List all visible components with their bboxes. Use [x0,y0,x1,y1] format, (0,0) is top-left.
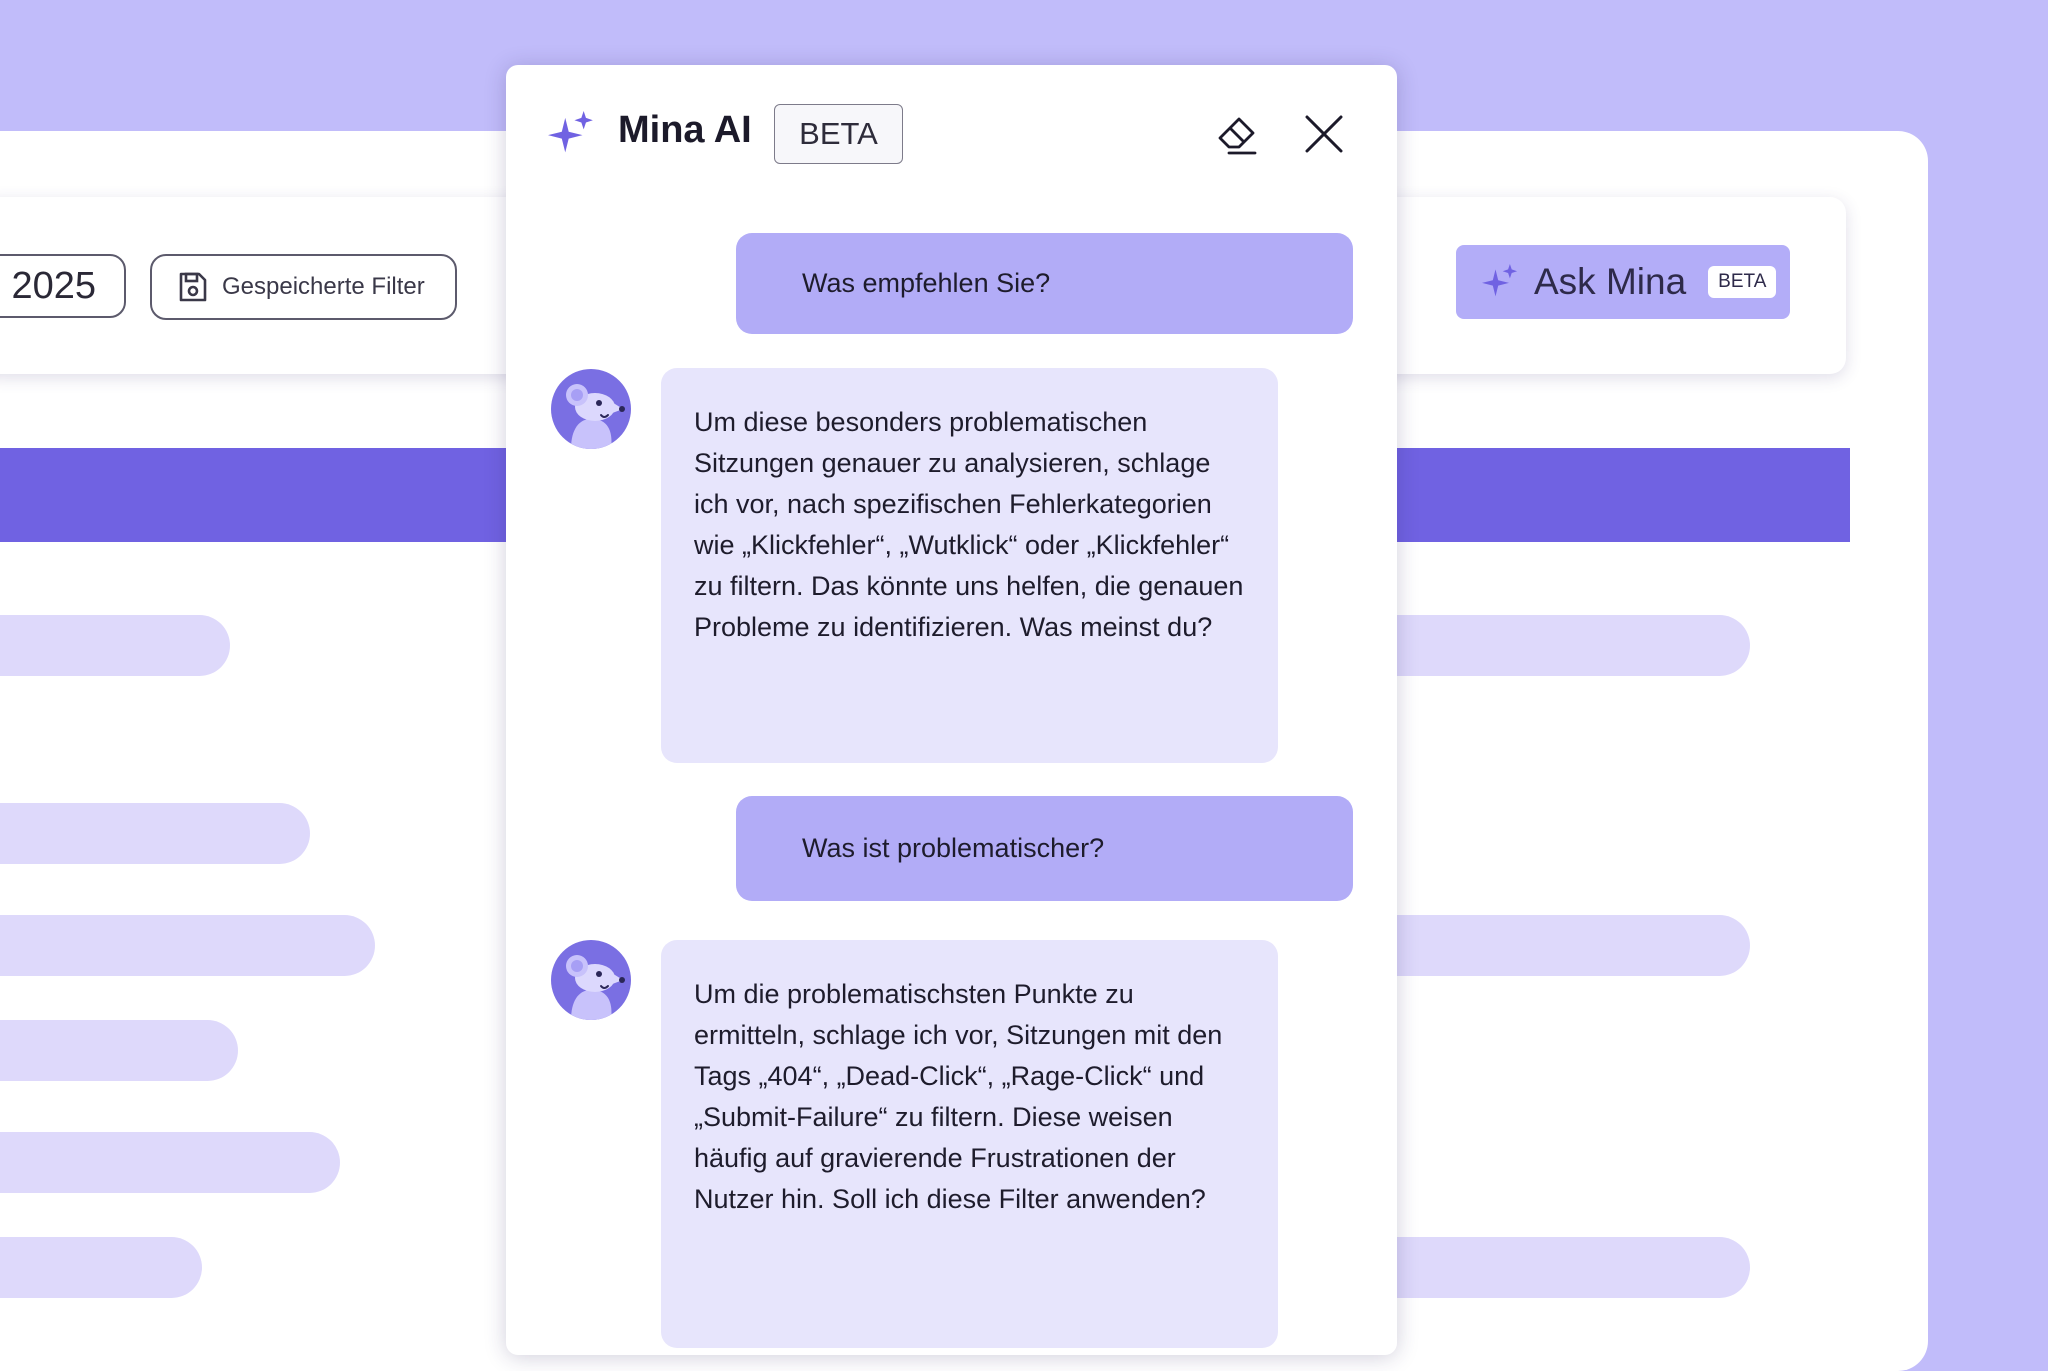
placeholder-row [1350,915,1750,976]
mouse-mascot-icon [551,940,631,1020]
user-message-text: Was empfehlen Sie? [802,268,1051,298]
placeholder-row [0,615,230,676]
sparkle-icon [1482,264,1518,297]
ask-mina-button[interactable]: Ask Mina BETA [1456,245,1790,319]
beta-badge: BETA [774,104,903,164]
assistant-message-text: Um diese besonders problematischen Sitzu… [694,407,1244,642]
placeholder-row [0,1237,202,1298]
placeholder-row [1350,1237,1750,1298]
placeholder-row [1350,615,1750,676]
saved-filters-label: Gespeicherte Filter [222,273,425,300]
placeholder-row [0,1020,238,1081]
date-filter-value: 2025 [11,264,96,307]
user-message-text: Was ist problematischer? [802,833,1105,863]
chat-title: Mina AI [618,109,752,151]
close-icon[interactable] [1302,112,1346,156]
placeholder-row [0,1132,340,1193]
mina-ai-chat-panel: Mina AI BETA Was empfehlen Sie? Um diese… [506,65,1397,1355]
placeholder-row [0,915,375,976]
placeholder-row [0,803,310,864]
sparkle-icon [548,111,593,153]
eraser-icon[interactable] [1214,109,1264,159]
ask-mina-label: Ask Mina [1534,261,1687,302]
date-filter-chip[interactable]: 2025 [0,254,126,318]
user-message: Was ist problematischer? [736,796,1353,901]
ask-mina-beta-badge: BETA [1708,266,1777,298]
assistant-message-text: Um die problematischsten Punkte zu ermit… [694,979,1223,1214]
saved-filters-button[interactable]: Gespeicherte Filter [150,254,457,320]
user-message: Was empfehlen Sie? [736,233,1353,334]
assistant-message: Um die problematischsten Punkte zu ermit… [661,940,1278,1348]
save-icon [179,272,207,302]
mouse-mascot-icon [551,369,631,449]
assistant-message: Um diese besonders problematischen Sitzu… [661,368,1278,763]
